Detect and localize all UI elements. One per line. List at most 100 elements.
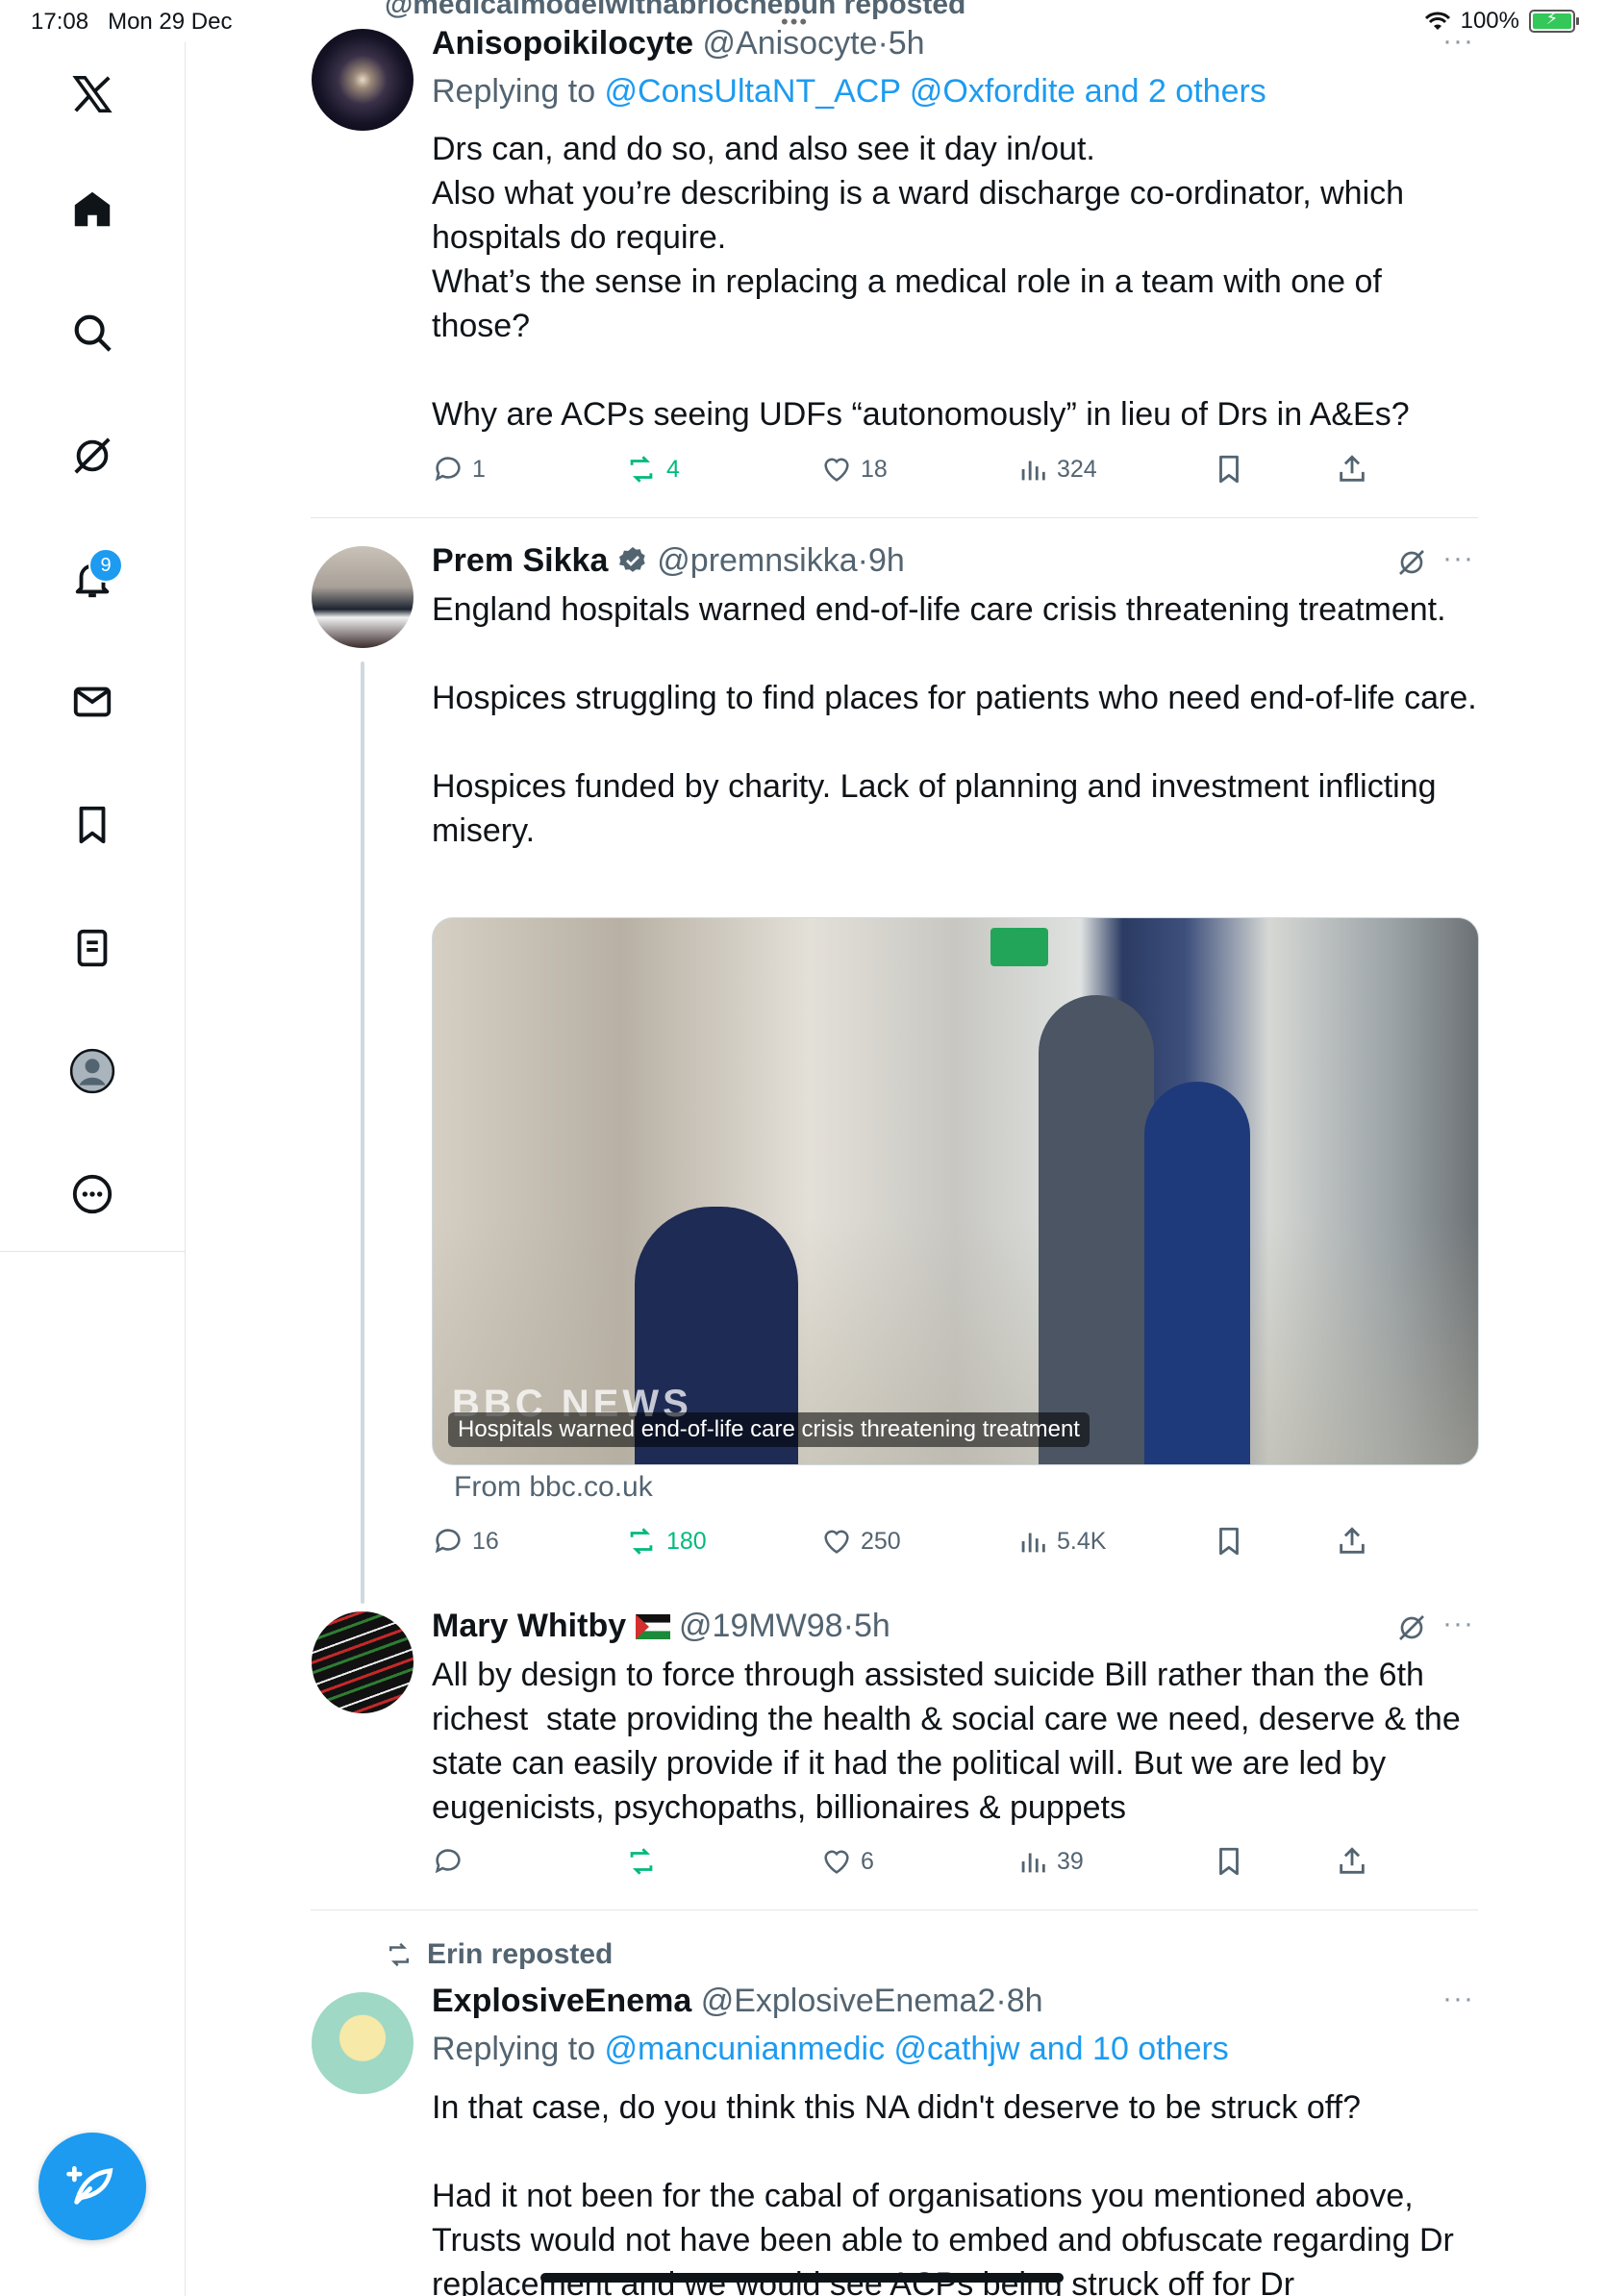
tweet-actions: 16 180 250 5.4K	[432, 1525, 1490, 1563]
views-icon	[1021, 1853, 1045, 1873]
bookmark-button[interactable]	[1213, 1845, 1245, 1878]
views-icon	[1021, 461, 1045, 481]
views-icon	[1021, 1533, 1045, 1553]
reply-icon	[435, 457, 461, 482]
home-indicator[interactable]	[540, 2273, 1064, 2283]
tweet-header: Mary Whitby @19MW98·5h	[432, 1608, 890, 1644]
grok-icon[interactable]	[60, 423, 125, 488]
replying-to-links[interactable]: @ConsUltaNT_ACP @Oxfordite and 2 others	[605, 73, 1266, 110]
palestine-flag-icon	[635, 1614, 670, 1639]
bookmark-icon	[1219, 455, 1239, 484]
image-figure	[1039, 995, 1154, 1464]
timestamp[interactable]: 5h	[854, 1608, 890, 1644]
image-figure	[1144, 1082, 1250, 1464]
share-button[interactable]	[1336, 1845, 1368, 1878]
replying-to: Replying to @mancunianmedic @cathjw and …	[432, 2031, 1229, 2067]
avatar[interactable]	[312, 1992, 414, 2094]
share-icon	[1340, 1847, 1365, 1874]
more-options-icon[interactable]: ···	[1442, 542, 1474, 575]
bookmark-icon	[1219, 1847, 1239, 1876]
like-button[interactable]: 6	[820, 1845, 874, 1878]
handle[interactable]: @19MW98	[679, 1608, 843, 1644]
timestamp[interactable]: 8h	[1007, 1983, 1043, 2019]
repost-button[interactable]	[624, 1845, 666, 1878]
avatar[interactable]	[312, 546, 414, 648]
sidebar: 9	[0, 42, 186, 2296]
display-name[interactable]: ExplosiveEnema	[432, 1983, 691, 2019]
reply-icon	[435, 1529, 461, 1554]
views-button[interactable]: 39	[1016, 1845, 1084, 1878]
display-name[interactable]: Mary Whitby	[432, 1608, 626, 1644]
tweet-text: In that case, do you think this NA didn'…	[432, 2089, 1454, 2296]
home-icon[interactable]	[60, 177, 125, 242]
views-button[interactable]: 324	[1016, 453, 1097, 486]
timestamp[interactable]: 9h	[868, 542, 905, 579]
notifications-button[interactable]: 9	[60, 546, 125, 611]
repost-icon	[630, 1848, 653, 1875]
tweet-header: Anisopoikilocyte @Anisocyte·5h	[432, 25, 925, 62]
reply-button[interactable]	[432, 1845, 472, 1878]
bookmark-icon	[1219, 1527, 1239, 1556]
heart-icon	[824, 1530, 849, 1554]
reply-button[interactable]: 16	[432, 1525, 499, 1558]
display-name[interactable]: Anisopoikilocyte	[432, 25, 693, 62]
card-source[interactable]: From bbc.co.uk	[454, 1471, 653, 1504]
repost-label[interactable]: Erin reposted	[383, 1938, 613, 1971]
tweet-actions: 6 39	[432, 1845, 1490, 1884]
grok-icon[interactable]	[1396, 1612, 1427, 1643]
share-icon	[1340, 1527, 1365, 1554]
thread-line	[361, 661, 364, 1604]
search-icon[interactable]	[60, 300, 125, 365]
replying-to: Replying to @ConsUltaNT_ACP @Oxfordite a…	[432, 73, 1266, 110]
share-button[interactable]	[1336, 453, 1368, 486]
tweet-text: All by design to force through assisted …	[432, 1657, 1470, 1826]
tweet-header: ExplosiveEnema @ExplosiveEnema2·8h	[432, 1983, 1043, 2019]
heart-icon	[824, 1850, 849, 1874]
handle[interactable]: @premnsikka	[657, 542, 857, 579]
like-button[interactable]: 18	[820, 453, 888, 486]
timestamp[interactable]: 5h	[889, 25, 925, 62]
exit-sign	[990, 928, 1048, 966]
card-caption: Hospitals warned end-of-life care crisis…	[448, 1412, 1090, 1447]
top-repost-label: @medicalmodelwithabriochebun reposted	[385, 0, 966, 20]
handle[interactable]: @Anisocyte	[703, 25, 878, 62]
repost-button[interactable]: 180	[624, 1525, 707, 1558]
tweet-text: Drs can, and do so, and also see it day …	[432, 131, 1410, 433]
views-button[interactable]: 5.4K	[1016, 1525, 1106, 1558]
more-options-icon[interactable]: ···	[1442, 1983, 1474, 2015]
list-icon[interactable]	[60, 915, 125, 981]
like-button[interactable]: 250	[820, 1525, 901, 1558]
bookmark-icon[interactable]	[60, 792, 125, 858]
more-icon[interactable]	[60, 1161, 125, 1227]
bookmark-button[interactable]	[1213, 453, 1245, 486]
tweet-header: Prem Sikka @premnsikka·9h	[432, 542, 905, 579]
notifications-badge: 9	[88, 548, 123, 583]
link-card-image[interactable]: BBC NEWS Hospitals warned end-of-life ca…	[432, 917, 1479, 1465]
compose-button[interactable]	[38, 2133, 146, 2240]
more-options-icon[interactable]: ···	[1442, 1608, 1474, 1640]
display-name[interactable]: Prem Sikka	[432, 542, 608, 579]
avatar[interactable]	[312, 29, 414, 131]
avatar[interactable]	[312, 1611, 414, 1713]
replying-to-links[interactable]: @mancunianmedic @cathjw and 10 others	[605, 2031, 1229, 2067]
reply-button[interactable]: 1	[432, 453, 486, 486]
repost-icon	[630, 1528, 653, 1555]
tweet-text: England hospitals warned end-of-life car…	[432, 591, 1477, 849]
verified-badge-icon	[618, 547, 645, 572]
share-icon	[1340, 455, 1365, 482]
repost-button[interactable]: 4	[624, 453, 680, 486]
compose-icon	[66, 2166, 113, 2205]
handle[interactable]: @ExplosiveEnema2	[701, 1983, 996, 2019]
heart-icon	[824, 458, 849, 482]
tweet-actions: 1 4 18 324	[432, 453, 1490, 491]
profile-icon[interactable]	[60, 1038, 125, 1104]
more-options-icon[interactable]: ···	[1442, 25, 1474, 58]
share-button[interactable]	[1336, 1525, 1368, 1558]
repost-icon	[630, 456, 653, 483]
x-logo-icon[interactable]	[60, 62, 125, 127]
battery-icon: ⚡	[1529, 9, 1579, 33]
bookmark-button[interactable]	[1213, 1525, 1245, 1558]
mail-icon[interactable]	[60, 669, 125, 735]
status-time: 17:08 Mon 29 Dec	[31, 9, 233, 35]
grok-icon[interactable]	[1396, 547, 1427, 578]
